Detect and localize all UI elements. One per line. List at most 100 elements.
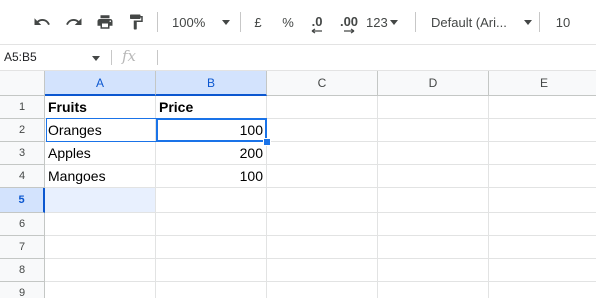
- cell-e5[interactable]: [489, 188, 596, 213]
- cell-e3[interactable]: [489, 142, 596, 165]
- cell-a6[interactable]: [45, 213, 156, 236]
- cell-b7[interactable]: [156, 236, 267, 259]
- cell-c7[interactable]: [267, 236, 378, 259]
- row-header-4[interactable]: 4: [0, 165, 45, 188]
- percent-format-button[interactable]: %: [279, 0, 297, 44]
- toolbar-divider: [539, 12, 540, 32]
- cell-b2[interactable]: 100: [156, 119, 267, 142]
- cell-c8[interactable]: [267, 259, 378, 282]
- currency-label: £: [254, 14, 262, 30]
- zoom-value: 100%: [172, 14, 206, 30]
- cell-d4[interactable]: [378, 165, 489, 188]
- chevron-down-icon: [389, 19, 398, 25]
- cell-d8[interactable]: [378, 259, 489, 282]
- cell-c2[interactable]: [267, 119, 378, 142]
- currency-format-button[interactable]: £: [249, 0, 267, 44]
- more-formats-label: 123: [366, 14, 388, 30]
- font-size-input[interactable]: 10: [548, 0, 578, 44]
- row-header-2[interactable]: 2: [0, 119, 45, 142]
- cell-e4[interactable]: [489, 165, 596, 188]
- cell-c4[interactable]: [267, 165, 378, 188]
- cell-d1[interactable]: [378, 96, 489, 119]
- cell-e1[interactable]: [489, 96, 596, 119]
- cell-e8[interactable]: [489, 259, 596, 282]
- cell-c9[interactable]: [267, 282, 378, 298]
- formula-bar: A5:B5 fx: [0, 45, 596, 71]
- cell-e2[interactable]: [489, 119, 596, 142]
- cell-d2[interactable]: [378, 119, 489, 142]
- cell-d9[interactable]: [378, 282, 489, 298]
- chevron-down-icon: [524, 19, 532, 25]
- undo-icon[interactable]: [30, 0, 54, 44]
- cell-c1[interactable]: [267, 96, 378, 119]
- cell-a1[interactable]: Fruits: [45, 96, 156, 119]
- redo-icon[interactable]: [62, 0, 86, 44]
- font-family-dropdown[interactable]: Default (Ari...: [424, 0, 532, 44]
- arrow-right-icon: [344, 27, 355, 34]
- cell-d6[interactable]: [378, 213, 489, 236]
- cell-c6[interactable]: [267, 213, 378, 236]
- cell-d7[interactable]: [378, 236, 489, 259]
- cell-c3[interactable]: [267, 142, 378, 165]
- cell-e7[interactable]: [489, 236, 596, 259]
- cell-a5[interactable]: [45, 188, 156, 213]
- cell-b1[interactable]: Price: [156, 96, 267, 119]
- formula-bar-divider: [157, 50, 158, 65]
- cell-d3[interactable]: [378, 142, 489, 165]
- row-header-8[interactable]: 8: [0, 259, 45, 282]
- row-header-5[interactable]: 5: [0, 188, 45, 213]
- cell-a7[interactable]: [45, 236, 156, 259]
- row-header-9[interactable]: 9: [0, 282, 45, 298]
- cell-a8[interactable]: [45, 259, 156, 282]
- name-box[interactable]: A5:B5: [0, 45, 112, 70]
- column-header-c[interactable]: C: [267, 71, 378, 96]
- row-header-1[interactable]: 1: [0, 96, 45, 119]
- paint-format-icon[interactable]: [124, 0, 148, 44]
- decrease-decimal-label: .0: [311, 13, 323, 29]
- font-size-value: 10: [555, 14, 571, 30]
- column-header-b[interactable]: B: [156, 71, 267, 96]
- cell-a4[interactable]: Mangoes: [45, 165, 156, 188]
- row-header-3[interactable]: 3: [0, 142, 45, 165]
- cell-b6[interactable]: [156, 213, 267, 236]
- cell-b8[interactable]: [156, 259, 267, 282]
- cell-a9[interactable]: [45, 282, 156, 298]
- cell-e6[interactable]: [489, 213, 596, 236]
- cell-e9[interactable]: [489, 282, 596, 298]
- cell-a2[interactable]: Oranges: [45, 119, 156, 142]
- increase-decimal-button[interactable]: .00: [337, 0, 361, 44]
- column-header-a[interactable]: A: [45, 71, 156, 96]
- select-all-corner[interactable]: [0, 71, 45, 96]
- arrow-left-icon: [311, 27, 322, 34]
- formula-input[interactable]: [160, 45, 596, 70]
- cell-c5[interactable]: [267, 188, 378, 213]
- increase-decimal-label: .00: [339, 13, 359, 29]
- cell-b5[interactable]: [156, 188, 267, 213]
- name-box-value: A5:B5: [4, 50, 37, 64]
- formula-bar-divider: [111, 50, 112, 65]
- percent-label: %: [282, 14, 294, 30]
- cell-b4[interactable]: 100: [156, 165, 267, 188]
- fill-handle[interactable]: [263, 138, 271, 146]
- row-header-7[interactable]: 7: [0, 236, 45, 259]
- toolbar-divider: [240, 12, 241, 32]
- toolbar: 100% £ % .0 .00 123 Default (Ari... 10: [0, 0, 596, 45]
- spreadsheet-grid: A B C D E 1 2 3 4 5 6 7 8 9 Fruits Price…: [0, 71, 596, 298]
- print-icon[interactable]: [93, 0, 117, 44]
- cell-b3[interactable]: 200: [156, 142, 267, 165]
- more-formats-dropdown[interactable]: 123: [366, 0, 404, 44]
- chevron-down-icon: [222, 19, 231, 25]
- fx-icon: fx: [122, 47, 137, 65]
- decrease-decimal-button[interactable]: .0: [305, 0, 329, 44]
- cell-a3[interactable]: Apples: [45, 142, 156, 165]
- cell-d5[interactable]: [378, 188, 489, 213]
- toolbar-divider: [157, 12, 158, 32]
- column-header-d[interactable]: D: [378, 71, 489, 96]
- column-header-e[interactable]: E: [489, 71, 596, 96]
- toolbar-divider: [415, 12, 416, 32]
- font-family-value: Default (Ari...: [431, 14, 507, 30]
- chevron-down-icon: [92, 56, 100, 61]
- row-header-6[interactable]: 6: [0, 213, 45, 236]
- zoom-dropdown[interactable]: 100%: [166, 0, 232, 44]
- cell-b9[interactable]: [156, 282, 267, 298]
